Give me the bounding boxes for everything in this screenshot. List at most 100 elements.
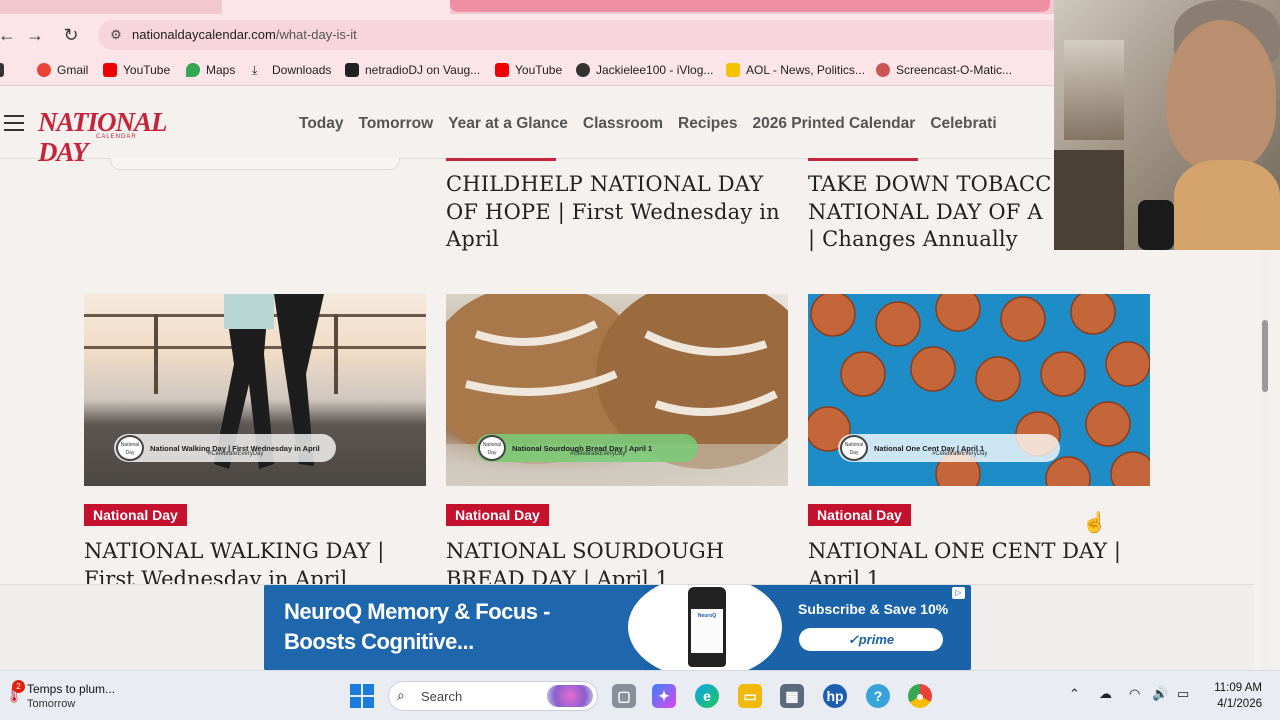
- bookmark-youtube-2[interactable]: YouTube: [495, 63, 562, 77]
- tray-overflow-icon[interactable]: ⌃: [1069, 686, 1080, 702]
- google-icon: [37, 63, 51, 77]
- reload-icon[interactable]: ↻: [58, 22, 84, 48]
- site-info-icon[interactable]: ⚙: [108, 27, 124, 43]
- national-day-seal-icon: National Day: [478, 435, 506, 461]
- bookmark-screencast[interactable]: Screencast-O-Matic...: [876, 63, 1012, 77]
- card-title-childhelp[interactable]: CHILDHELP NATIONAL DAY OF HOPE | First W…: [446, 171, 796, 254]
- webcam-overlay: [1054, 0, 1280, 250]
- windows-taskbar: 🌡 2 Temps to plum... Tomorrow ⌕ Search ▢…: [0, 670, 1280, 720]
- bookmark-aol[interactable]: AOL - News, Politics...: [726, 63, 865, 77]
- category-tag[interactable]: National Day: [808, 504, 911, 526]
- model-ship-image: [1064, 40, 1124, 140]
- nav-celebrations[interactable]: Celebrati: [930, 115, 996, 133]
- adchoices-icon[interactable]: ▷: [952, 587, 965, 599]
- bookmark-label: Downloads: [272, 63, 332, 77]
- ad-banner[interactable]: NeuroQ Memory & Focus - Boosts Cognitive…: [264, 585, 971, 670]
- nav-printed-calendar[interactable]: 2026 Printed Calendar: [752, 115, 915, 133]
- page-scrollbar[interactable]: [1260, 250, 1270, 670]
- bookmark-label: netradioDJ on Vaug...: [365, 63, 481, 77]
- search-highlight-icon: [547, 685, 593, 707]
- apps-icon[interactable]: [0, 63, 4, 77]
- file-explorer-icon[interactable]: ▭: [738, 684, 762, 708]
- bookmark-gmail[interactable]: Gmail: [37, 63, 88, 77]
- bookmark-label: Screencast-O-Matic...: [896, 63, 1013, 77]
- volume-icon[interactable]: 🔊: [1152, 686, 1168, 702]
- youtube-icon: [495, 63, 509, 77]
- wifi-icon[interactable]: ◠: [1129, 686, 1140, 702]
- logo-subtext: CALENDAR: [96, 134, 137, 140]
- clock-time: 11:09 AM: [1214, 682, 1262, 694]
- bookmark-label: AOL - News, Politics...: [746, 63, 865, 77]
- image-badge: National Day National One Cent Day | Apr…: [838, 434, 1060, 462]
- search-icon: ⌕: [397, 687, 405, 703]
- ad-subscribe-text: Subscribe & Save 10%: [798, 601, 949, 617]
- task-view-icon[interactable]: ▢: [612, 684, 636, 708]
- chrome-icon[interactable]: ●: [908, 684, 932, 708]
- onedrive-icon[interactable]: ☁: [1099, 686, 1112, 702]
- nav-classroom[interactable]: Classroom: [583, 115, 663, 133]
- bookmark-downloads[interactable]: ⤓ Downloads: [252, 63, 331, 77]
- image-hashtag: #CelebrateEveryDay: [208, 451, 264, 457]
- address-bar[interactable]: ⚙ nationaldaycalendar.com/what-day-is-it: [98, 20, 1088, 50]
- ad-headline-line-1: NeuroQ Memory & Focus -: [284, 599, 550, 624]
- card-image-one-cent[interactable]: National Day National One Cent Day | Apr…: [808, 294, 1150, 486]
- edge-icon[interactable]: e: [695, 684, 719, 708]
- forward-icon[interactable]: →: [22, 22, 48, 48]
- bottle-label: NeuroQ: [691, 609, 723, 653]
- card-image-sourdough[interactable]: National Day National Sourdough Bread Da…: [446, 294, 788, 486]
- url-domain: nationaldaycalendar.com: [132, 27, 276, 42]
- help-icon[interactable]: ?: [866, 684, 890, 708]
- card-title-take-down-tobacco[interactable]: TAKE DOWN TOBACC NATIONAL DAY OF A | Cha…: [808, 171, 1054, 253]
- aol-icon: [726, 63, 740, 77]
- bookmark-netradiodj[interactable]: netradioDJ on Vaug...: [345, 63, 480, 77]
- nav-tomorrow[interactable]: Tomorrow: [359, 115, 434, 133]
- supplement-bottle-image: NeuroQ: [688, 587, 726, 667]
- scrollbar-thumb[interactable]: [1262, 320, 1268, 392]
- bookmark-label: Maps: [206, 63, 236, 77]
- national-day-seal-icon: National Day: [840, 435, 868, 461]
- weather-widget[interactable]: 🌡 2 Temps to plum... Tomorrow: [4, 680, 134, 712]
- ad-headline-line-2: Boosts Cognitive...: [284, 629, 474, 654]
- store-icon[interactable]: ▦: [780, 684, 804, 708]
- card-image-walking[interactable]: National Day National Walking Day | Firs…: [84, 294, 426, 486]
- url-path: /what-day-is-it: [275, 27, 357, 42]
- weather-subtitle: Tomorrow: [27, 698, 76, 710]
- youtube-icon: [103, 63, 117, 77]
- weather-headline: Temps to plum...: [27, 682, 116, 696]
- active-tab[interactable]: [222, 0, 450, 14]
- image-badge: National Day National Walking Day | Firs…: [114, 434, 336, 462]
- bookmark-maps[interactable]: Maps: [186, 63, 235, 77]
- windows-start-icon[interactable]: [350, 684, 374, 708]
- category-tag[interactable]: National Day: [446, 504, 549, 526]
- copilot-icon[interactable]: ✦: [652, 684, 676, 708]
- ad-prime-button[interactable]: ✓prime: [799, 628, 943, 651]
- tab-group[interactable]: [450, 0, 1050, 12]
- clock-date: 4/1/2026: [1217, 698, 1262, 710]
- system-clock[interactable]: 11:09 AM 4/1/2026: [1206, 680, 1262, 712]
- netradio-icon: [345, 63, 359, 77]
- bookmark-jackielee[interactable]: Jackielee100 - iVlog...: [576, 63, 713, 77]
- nav-year-at-a-glance[interactable]: Year at a Glance: [448, 115, 568, 133]
- bookmark-label: YouTube: [123, 63, 171, 77]
- vlog-icon: [576, 63, 590, 77]
- screencast-icon: [876, 63, 890, 77]
- nav-recipes[interactable]: Recipes: [678, 115, 737, 133]
- url-text[interactable]: nationaldaycalendar.com/what-day-is-it: [132, 27, 357, 42]
- search-placeholder: Search: [421, 689, 463, 704]
- bookmark-label: Jackielee100 - iVlog...: [596, 63, 714, 77]
- hp-icon[interactable]: hp: [823, 684, 847, 708]
- image-hashtag: #CelebrateEveryDay: [932, 451, 988, 457]
- taskbar-search[interactable]: ⌕ Search: [388, 681, 598, 711]
- presenter-shirt: [1174, 160, 1280, 250]
- presenter-face: [1166, 20, 1276, 170]
- bookmark-youtube[interactable]: YouTube: [103, 63, 170, 77]
- bookmark-label: Gmail: [57, 63, 89, 77]
- category-tag[interactable]: National Day: [84, 504, 187, 526]
- menu-icon[interactable]: [4, 115, 26, 133]
- ad-headline: NeuroQ Memory & Focus - Boosts Cognitive…: [284, 597, 550, 657]
- microphone-image: [1138, 200, 1174, 250]
- battery-icon[interactable]: ▭: [1177, 686, 1189, 702]
- site-logo[interactable]: NATIONAL DAY CALENDAR: [38, 107, 180, 167]
- back-icon[interactable]: ←: [0, 22, 20, 48]
- nav-today[interactable]: Today: [299, 115, 344, 133]
